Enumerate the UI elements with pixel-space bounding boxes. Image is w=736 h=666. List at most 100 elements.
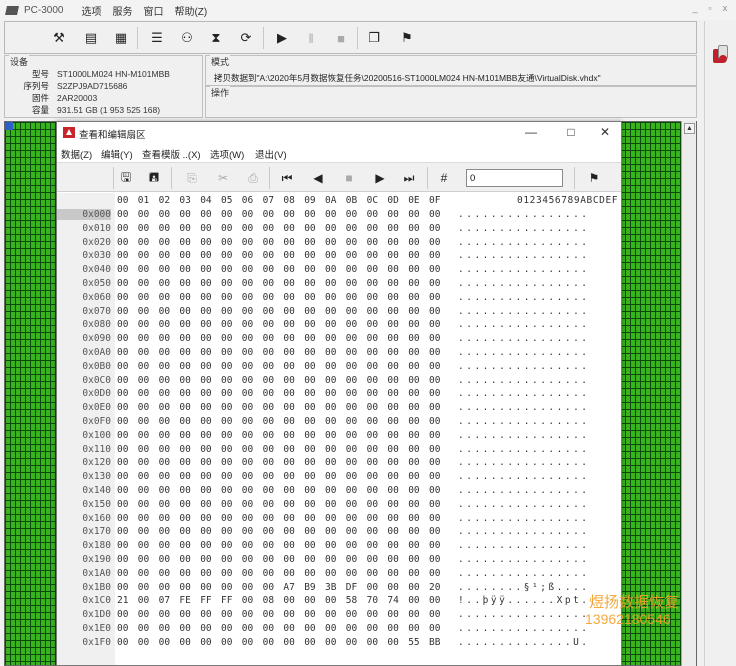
last-sector-icon[interactable]: ⏭ xyxy=(400,169,418,187)
hex-byte[interactable]: 00 xyxy=(159,237,179,248)
hex-byte[interactable]: 00 xyxy=(179,526,199,537)
editor-menu-exit[interactable]: 退出(V) xyxy=(255,147,287,161)
hex-byte[interactable]: 00 xyxy=(179,319,199,330)
hex-byte[interactable]: 00 xyxy=(200,333,220,344)
hex-byte[interactable]: 00 xyxy=(242,637,262,648)
hex-byte[interactable]: 00 xyxy=(117,402,137,413)
hex-byte[interactable]: 00 xyxy=(346,347,366,358)
hex-byte[interactable]: 00 xyxy=(263,375,283,386)
hex-byte[interactable]: 00 xyxy=(346,609,366,620)
hex-byte[interactable]: 00 xyxy=(408,402,428,413)
hex-byte[interactable]: 00 xyxy=(283,526,303,537)
hex-byte[interactable]: 00 xyxy=(159,499,179,510)
hex-byte[interactable]: 00 xyxy=(242,292,262,303)
hex-byte[interactable]: 00 xyxy=(325,485,345,496)
hex-byte[interactable]: 00 xyxy=(429,306,449,317)
hex-byte[interactable]: 00 xyxy=(408,388,428,399)
hex-byte[interactable]: 3B xyxy=(325,582,345,593)
hex-byte[interactable]: 00 xyxy=(387,582,407,593)
hex-byte[interactable]: 00 xyxy=(408,347,428,358)
hex-byte[interactable]: 00 xyxy=(200,306,220,317)
hex-byte[interactable]: B9 xyxy=(304,582,324,593)
hex-byte[interactable]: 00 xyxy=(263,471,283,482)
hex-byte[interactable]: 00 xyxy=(408,250,428,261)
head-map-icon[interactable]: ☰ xyxy=(147,29,167,47)
hex-byte[interactable]: 00 xyxy=(117,444,137,455)
ascii-text[interactable]: ........§¹;ß.... xyxy=(458,582,590,593)
hex-byte[interactable]: 00 xyxy=(242,430,262,441)
hex-byte[interactable]: 00 xyxy=(221,375,241,386)
hex-byte[interactable]: 00 xyxy=(304,540,324,551)
hex-byte[interactable]: 00 xyxy=(283,306,303,317)
hex-byte[interactable]: 00 xyxy=(159,223,179,234)
hex-byte[interactable]: 00 xyxy=(221,513,241,524)
hex-byte[interactable]: 00 xyxy=(325,264,345,275)
hex-byte[interactable]: 00 xyxy=(221,319,241,330)
exit-runner-icon[interactable]: ⚑ xyxy=(397,29,417,47)
hex-byte[interactable]: 00 xyxy=(242,333,262,344)
hex-byte[interactable]: 00 xyxy=(367,402,387,413)
stop-sector-icon[interactable]: ■ xyxy=(340,169,358,187)
hex-byte[interactable]: 00 xyxy=(325,237,345,248)
hex-byte[interactable]: 00 xyxy=(387,540,407,551)
hex-byte[interactable]: 00 xyxy=(304,457,324,468)
hex-byte[interactable]: 00 xyxy=(304,388,324,399)
hex-byte[interactable]: 00 xyxy=(263,444,283,455)
hex-byte[interactable]: 00 xyxy=(367,375,387,386)
minimize-button[interactable]: _ xyxy=(690,3,700,13)
hex-byte[interactable]: 00 xyxy=(221,637,241,648)
hex-byte[interactable]: 00 xyxy=(117,471,137,482)
hex-byte[interactable]: 00 xyxy=(304,637,324,648)
hex-byte[interactable]: 00 xyxy=(159,554,179,565)
hex-byte[interactable]: 00 xyxy=(179,223,199,234)
hex-byte[interactable]: 00 xyxy=(263,209,283,220)
hex-byte[interactable]: 00 xyxy=(263,499,283,510)
hex-byte[interactable]: 00 xyxy=(242,361,262,372)
hex-byte[interactable]: 00 xyxy=(387,237,407,248)
hex-byte[interactable]: 00 xyxy=(387,457,407,468)
hex-byte[interactable]: 00 xyxy=(117,361,137,372)
hex-byte[interactable]: 00 xyxy=(242,444,262,455)
hex-byte[interactable]: 00 xyxy=(283,623,303,634)
ascii-text[interactable]: ..............U. xyxy=(458,637,590,648)
hex-byte[interactable]: 00 xyxy=(387,361,407,372)
hex-byte[interactable]: 00 xyxy=(346,292,366,303)
hex-byte[interactable]: 00 xyxy=(117,637,137,648)
hex-byte[interactable]: 00 xyxy=(179,375,199,386)
hex-byte[interactable]: 00 xyxy=(408,623,428,634)
hex-byte[interactable]: 00 xyxy=(242,388,262,399)
hex-byte[interactable]: 00 xyxy=(387,471,407,482)
hex-byte[interactable]: 00 xyxy=(138,595,158,606)
ascii-text[interactable]: ................ xyxy=(458,623,590,634)
hex-byte[interactable]: 00 xyxy=(367,361,387,372)
hex-byte[interactable]: 00 xyxy=(200,499,220,510)
hex-byte[interactable]: 00 xyxy=(138,292,158,303)
hex-byte[interactable]: 00 xyxy=(242,457,262,468)
hex-byte[interactable]: FF xyxy=(200,595,220,606)
editor-minimize-button[interactable]: — xyxy=(523,125,539,139)
hex-byte[interactable]: 00 xyxy=(387,623,407,634)
hex-byte[interactable]: 00 xyxy=(138,637,158,648)
hex-byte[interactable]: 00 xyxy=(429,361,449,372)
hex-byte[interactable]: 00 xyxy=(346,223,366,234)
editor-menu-data[interactable]: 数据(Z) xyxy=(61,147,92,161)
hex-byte[interactable]: 00 xyxy=(304,609,324,620)
hex-byte[interactable]: 00 xyxy=(283,485,303,496)
hex-byte[interactable]: 00 xyxy=(387,333,407,344)
hex-byte[interactable]: 00 xyxy=(346,209,366,220)
hex-byte[interactable]: 00 xyxy=(159,582,179,593)
hex-byte[interactable]: 00 xyxy=(117,250,137,261)
hex-byte[interactable]: 00 xyxy=(408,306,428,317)
copy-windows-icon[interactable]: ❐ xyxy=(364,29,384,47)
hex-byte[interactable]: 00 xyxy=(221,568,241,579)
hex-byte[interactable]: 00 xyxy=(283,430,303,441)
hex-byte[interactable]: 00 xyxy=(346,568,366,579)
hex-byte[interactable]: 00 xyxy=(138,623,158,634)
ascii-text[interactable]: ................ xyxy=(458,375,590,386)
hex-byte[interactable]: 00 xyxy=(200,430,220,441)
hex-byte[interactable]: 00 xyxy=(429,237,449,248)
hex-byte[interactable]: 00 xyxy=(138,568,158,579)
hex-byte[interactable]: 00 xyxy=(304,306,324,317)
hex-byte[interactable]: 00 xyxy=(346,540,366,551)
hex-byte[interactable]: 00 xyxy=(179,637,199,648)
